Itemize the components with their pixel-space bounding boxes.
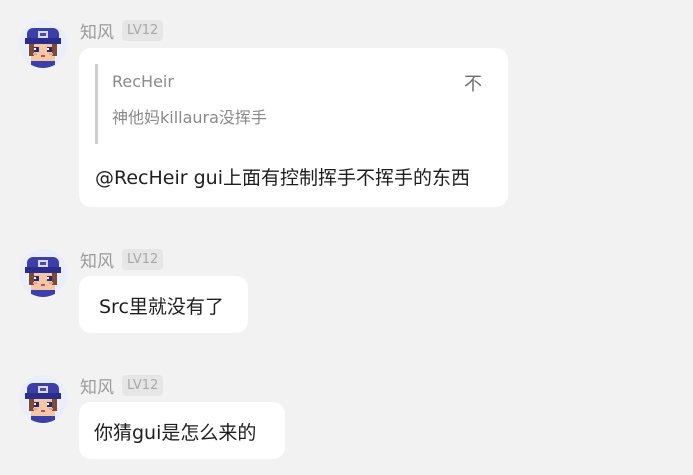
quote-author: RecHeir <box>112 72 174 91</box>
pixel-character-icon <box>19 375 67 423</box>
sender-name[interactable]: 知风 <box>80 247 114 272</box>
pixel-character-icon <box>19 20 67 68</box>
message-text: 你猜gui是怎么来的 <box>94 422 257 444</box>
message-text: Src里就没有了 <box>99 296 224 318</box>
avatar[interactable] <box>19 375 67 423</box>
message-text: @RecHeir gui上面有控制挥手不挥手的东西 <box>95 167 470 189</box>
level-badge: LV12 <box>122 375 164 396</box>
message-bubble[interactable]: 你猜gui是怎么来的 <box>79 402 285 459</box>
jump-to-original-icon[interactable]: 不 <box>464 70 482 96</box>
avatar[interactable] <box>19 20 67 68</box>
quote-text: 神他妈killaura没挥手 <box>112 108 267 127</box>
sender-row: 知风 LV12 <box>80 18 164 43</box>
sender-name[interactable]: 知风 <box>80 373 114 398</box>
message-bubble[interactable]: Src里就没有了 <box>79 276 248 333</box>
level-badge: LV12 <box>122 249 164 270</box>
level-badge: LV12 <box>122 20 164 41</box>
sender-row: 知风 LV12 <box>80 247 164 272</box>
message-bubble[interactable]: RecHeir 神他妈killaura没挥手 不 @RecHeir gui上面有… <box>79 48 508 207</box>
quoted-reply[interactable]: RecHeir 神他妈killaura没挥手 不 <box>95 64 490 144</box>
avatar[interactable] <box>19 249 67 297</box>
sender-row: 知风 LV12 <box>80 373 164 398</box>
sender-name[interactable]: 知风 <box>80 18 114 43</box>
pixel-character-icon <box>19 249 67 297</box>
